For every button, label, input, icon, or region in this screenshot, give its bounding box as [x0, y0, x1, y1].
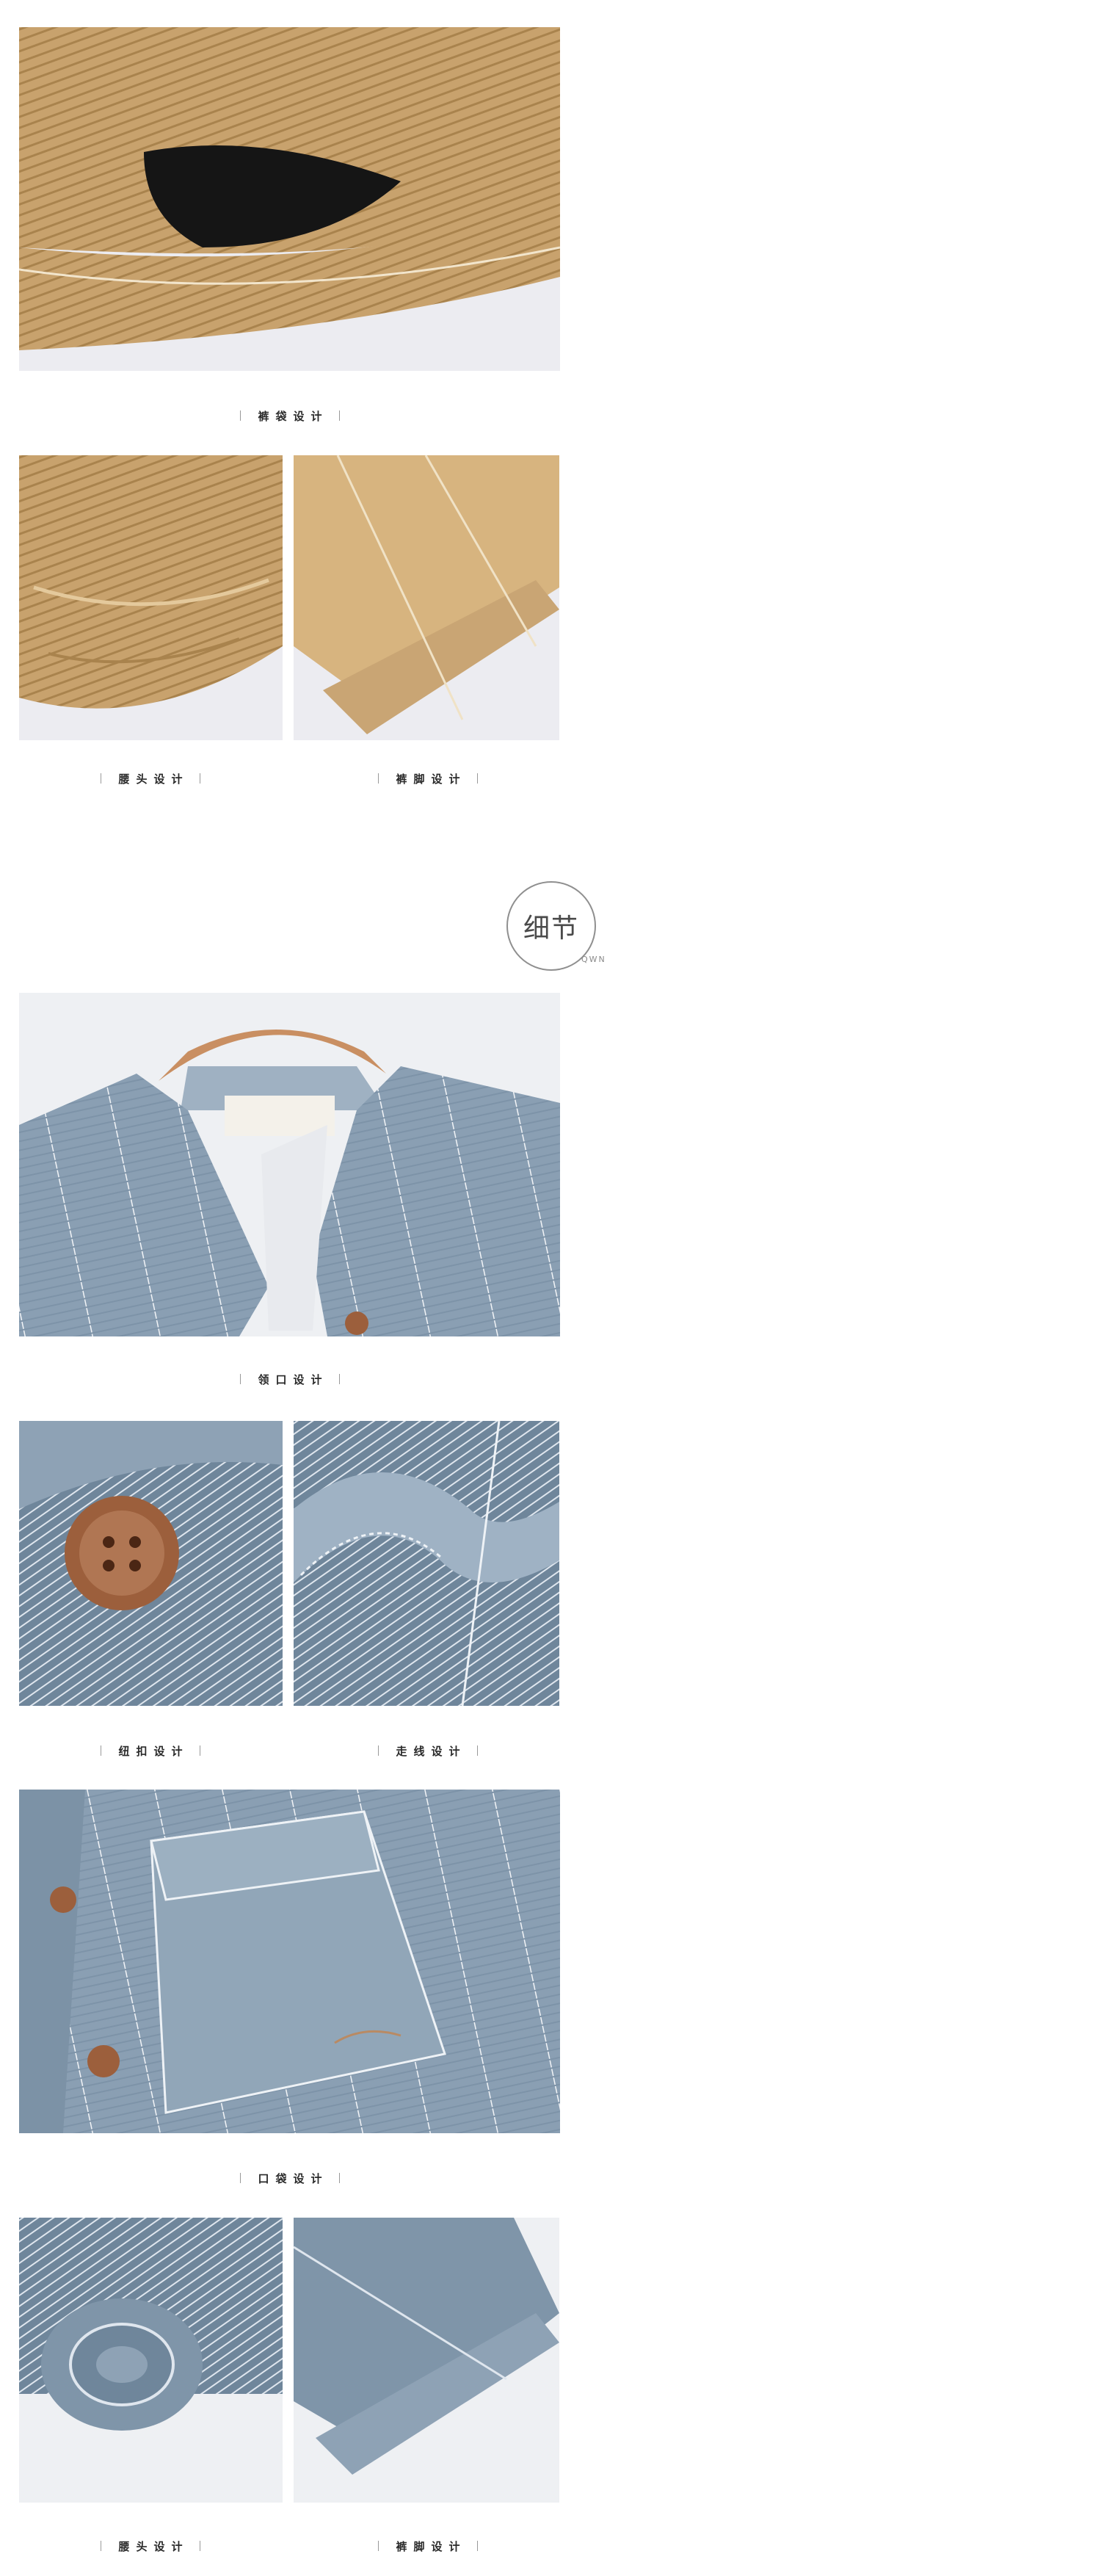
caption-divider	[338, 2173, 340, 2183]
khaki-waist-photo	[19, 455, 283, 740]
caption-divider	[240, 2173, 241, 2183]
caption-divider	[378, 1745, 379, 1756]
caption-text: 领口设计	[258, 1372, 329, 1386]
caption-text: 纽扣设计	[118, 1744, 189, 1758]
caption-divider	[476, 1745, 478, 1756]
stitch-caption: 走线设计	[366, 1742, 490, 1759]
caption-divider	[378, 773, 379, 784]
hem-caption-khaki: 裤脚设计	[366, 770, 490, 787]
button-caption: 纽扣设计	[88, 1742, 213, 1759]
blue-stitch-photo	[294, 1421, 559, 1706]
collar-caption: 领口设计	[228, 1370, 352, 1388]
caption-divider	[240, 410, 241, 421]
pocket-caption-blue: 口袋设计	[228, 2169, 352, 2187]
caption-text: 口袋设计	[258, 2171, 329, 2185]
caption-divider	[476, 2541, 478, 2551]
caption-divider	[240, 1374, 241, 1384]
pocket-caption-khaki: 裤袋设计	[228, 407, 352, 424]
caption-divider	[338, 410, 340, 421]
detail-column: 裤袋设计 腰头设计 裤脚设计 细节 QWN 领口设计 纽扣设计 走线设计 口袋设…	[0, 0, 605, 2576]
blue-waist-photo	[19, 2218, 283, 2503]
badge-subtitle: QWN	[581, 955, 606, 964]
caption-text: 裤脚设计	[396, 2539, 467, 2553]
hem-caption-blue: 裤脚设计	[366, 2537, 490, 2555]
khaki-pocket-photo	[19, 27, 560, 371]
waist-caption-blue: 腰头设计	[88, 2537, 213, 2555]
badge-title: 细节	[523, 913, 579, 944]
caption-text: 裤袋设计	[258, 409, 329, 423]
caption-divider	[338, 1374, 340, 1384]
blue-button-photo	[19, 1421, 283, 1706]
blue-pocket-photo	[19, 1790, 560, 2133]
blue-hem-photo	[294, 2218, 559, 2503]
khaki-hem-photo	[294, 455, 559, 740]
caption-text: 腰头设计	[118, 772, 189, 786]
waist-caption-khaki: 腰头设计	[88, 770, 213, 787]
blue-collar-photo	[19, 993, 560, 1336]
caption-text: 走线设计	[396, 1744, 467, 1758]
caption-divider	[476, 773, 478, 784]
caption-divider	[378, 2541, 379, 2551]
caption-text: 裤脚设计	[396, 772, 467, 786]
caption-text: 腰头设计	[118, 2539, 189, 2553]
